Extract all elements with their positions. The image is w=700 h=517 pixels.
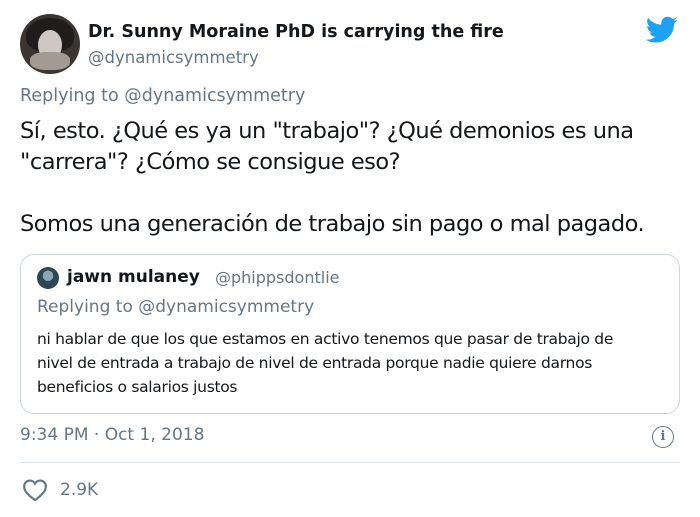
quoted-tweet[interactable]: jawn mulaney @phippsdontlie Replying to … [20,254,680,414]
quoted-replying-prefix: Replying to [37,297,133,317]
tweet-line: "carrera"? ¿Cómo se consigue eso? [20,149,401,175]
tweet-line: Sí, esto. ¿Qué es ya un "trabajo"? ¿Qué … [20,118,634,144]
quoted-line: ni hablar de que los que estamos en acti… [37,330,614,348]
author-avatar[interactable] [20,14,80,74]
quoted-author-handle[interactable]: @phippsdontlie [215,268,339,287]
divider [20,462,680,463]
replying-prefix: Replying to [20,86,119,106]
quoted-replying-handle-link[interactable]: @dynamicsymmetry [138,297,314,317]
replying-handle-link[interactable]: @dynamicsymmetry [124,86,305,106]
heart-icon[interactable] [22,478,48,502]
quoted-line: beneficios o salarios justos [37,378,238,396]
info-icon[interactable]: i [652,426,674,448]
author-name[interactable]: Dr. Sunny Moraine PhD is carrying the fi… [88,22,504,42]
tweet-header: Dr. Sunny Moraine PhD is carrying the fi… [20,14,680,76]
like-count: 2.9K [60,480,99,500]
replying-to: Replying to @dynamicsymmetry [20,86,305,106]
quoted-replying-to: Replying to @dynamicsymmetry [37,297,314,317]
tweet-timestamp[interactable]: 9:34 PM · Oct 1, 2018 [20,425,204,445]
twitter-bird-icon[interactable] [646,16,678,44]
tweet-text: Sí, esto. ¿Qué es ya un "trabajo"? ¿Qué … [20,116,685,240]
quoted-line: nivel de entrada a trabajo de nivel de e… [37,354,593,372]
author-handle[interactable]: @dynamicsymmetry [88,48,259,67]
tweet-line: Somos una generación de trabajo sin pago… [20,211,645,237]
quoted-text: ni hablar de que los que estamos en acti… [37,327,667,399]
quoted-avatar[interactable] [37,267,59,289]
avatar-hand [30,52,70,70]
quoted-author-name[interactable]: jawn mulaney [67,267,200,287]
